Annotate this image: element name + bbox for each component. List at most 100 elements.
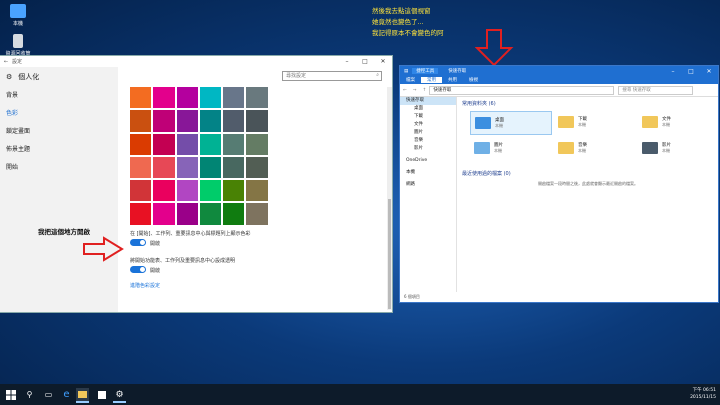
color-swatch[interactable] — [246, 203, 268, 225]
nav-network[interactable]: 網路 — [400, 181, 456, 189]
folder-tile[interactable]: 桌面 本機 — [470, 111, 552, 135]
forward-arrow-icon[interactable]: → — [410, 88, 420, 93]
folder-tile[interactable]: 圖片 本機 — [470, 137, 550, 159]
start-button[interactable] — [4, 388, 17, 401]
option1-toggle[interactable] — [130, 239, 146, 246]
nav-desktop[interactable]: 桌面 — [400, 105, 456, 113]
nav-documents[interactable]: 文件 — [400, 121, 456, 129]
color-swatch[interactable] — [199, 156, 222, 179]
color-swatch[interactable] — [176, 110, 198, 132]
desktop-icon-recycle-bin[interactable]: 資源回收筒 — [1, 34, 35, 57]
scrollbar-thumb[interactable] — [388, 199, 391, 309]
nav-item-background[interactable]: 背景 — [0, 87, 118, 105]
advanced-color-link[interactable]: 進階色彩設定 — [130, 282, 160, 289]
ribbon-tab-home[interactable]: 常用 — [421, 77, 442, 83]
nav-item-lock-screen[interactable]: 鎖定畫面 — [0, 123, 118, 141]
desktop-icon-pc[interactable]: 本機 — [1, 4, 35, 27]
nav-downloads[interactable]: 下載 — [400, 113, 456, 121]
close-button[interactable]: ✕ — [700, 68, 718, 75]
taskbar: ⚲ ▭ e ⚙ 下午 06:51 2015/11/15 — [0, 384, 720, 405]
color-swatch[interactable] — [223, 87, 245, 109]
store-icon[interactable] — [95, 388, 108, 401]
explorer-search-input[interactable]: 搜尋 快速存取 — [618, 85, 694, 95]
color-swatch[interactable] — [223, 156, 245, 179]
color-swatch[interactable] — [153, 156, 175, 179]
color-swatch[interactable] — [199, 203, 222, 225]
folder-tile[interactable]: 文件 本機 — [638, 111, 718, 133]
color-swatch[interactable] — [223, 133, 245, 155]
color-swatch[interactable] — [246, 180, 268, 202]
ribbon-tab-view[interactable]: 檢視 — [463, 77, 484, 83]
ribbon-tab-share[interactable]: 共用 — [442, 77, 463, 83]
color-swatch[interactable] — [130, 180, 152, 202]
color-swatch[interactable] — [199, 180, 222, 202]
ribbon-tab-file[interactable]: 檔案 — [400, 77, 421, 83]
color-swatch[interactable] — [176, 203, 198, 225]
color-swatch[interactable] — [153, 203, 175, 225]
edge-icon[interactable]: e — [60, 388, 73, 401]
tools-tab[interactable]: 捷徑工具 — [412, 68, 439, 74]
nav-quick-access[interactable]: 快速存取 — [400, 97, 456, 105]
back-arrow-icon[interactable]: ← — [400, 88, 410, 93]
color-swatch[interactable] — [223, 203, 245, 225]
folder-location: 本機 — [495, 123, 503, 128]
color-swatch[interactable] — [153, 180, 175, 202]
task-view-icon[interactable]: ▭ — [42, 388, 55, 401]
nav-music[interactable]: 音樂 — [400, 137, 456, 145]
nav-this-pc[interactable]: 本機 — [400, 169, 456, 177]
nav-item-themes[interactable]: 佈景主題 — [0, 141, 118, 159]
minimize-button[interactable]: – — [664, 68, 682, 75]
settings-gear-icon[interactable]: ⚙ — [113, 388, 126, 403]
color-swatch[interactable] — [130, 156, 152, 179]
color-swatch[interactable] — [176, 87, 198, 109]
color-swatch[interactable] — [223, 180, 245, 202]
maximize-button[interactable]: □ — [682, 68, 700, 75]
color-swatch[interactable] — [223, 110, 245, 132]
color-swatch[interactable] — [199, 133, 222, 155]
option2-toggle[interactable] — [130, 266, 146, 273]
nav-onedrive[interactable]: OneDrive — [400, 157, 456, 165]
maximize-button[interactable]: □ — [356, 58, 374, 65]
folder-tile[interactable]: 下載 本機 — [554, 111, 634, 133]
color-swatch[interactable] — [176, 133, 198, 155]
search-icon: ⌕ — [376, 72, 379, 78]
back-arrow-icon[interactable]: ← — [0, 59, 12, 65]
explorer-search-placeholder: 搜尋 快速存取 — [622, 87, 651, 93]
color-swatch[interactable] — [130, 203, 152, 225]
color-swatch[interactable] — [246, 133, 268, 155]
recycle-bin-icon — [13, 34, 23, 48]
color-swatch[interactable] — [246, 156, 268, 179]
search-input[interactable]: 尋找設定 ⌕ — [282, 71, 382, 81]
folder-tile[interactable]: 音樂 本機 — [554, 137, 634, 159]
frequent-folders-header[interactable]: 常用資料夾 (6) — [458, 97, 718, 110]
color-swatch[interactable] — [199, 110, 222, 132]
up-arrow-icon[interactable]: ↑ — [420, 88, 430, 93]
color-swatch[interactable] — [246, 110, 268, 132]
file-explorer-icon[interactable] — [76, 388, 89, 403]
color-swatch[interactable] — [153, 87, 175, 109]
clock[interactable]: 下午 06:51 2015/11/15 — [690, 387, 716, 401]
address-bar[interactable]: 快速存取 — [429, 85, 615, 95]
nav-item-colors[interactable]: 色彩 — [0, 105, 118, 123]
color-swatch[interactable] — [153, 133, 175, 155]
color-swatch[interactable] — [130, 110, 152, 132]
color-swatch[interactable] — [130, 87, 152, 109]
close-button[interactable]: ✕ — [374, 58, 392, 65]
windows-logo-icon — [5, 389, 16, 400]
nav-item-start[interactable]: 開始 — [0, 159, 118, 177]
color-swatch[interactable] — [199, 87, 222, 109]
scrollbar[interactable] — [387, 87, 392, 310]
nav-pictures[interactable]: 圖片 — [400, 129, 456, 137]
folder-tile[interactable]: 影片 本機 — [638, 137, 718, 159]
ribbon-tabs: 檔案 常用 共用 檢視 — [400, 76, 718, 84]
color-swatch[interactable] — [176, 156, 198, 179]
color-swatch[interactable] — [153, 110, 175, 132]
recent-files-header[interactable]: 最近使用過的檔案 (0) — [458, 167, 515, 180]
color-swatch[interactable] — [130, 133, 152, 155]
nav-videos[interactable]: 影片 — [400, 145, 456, 153]
color-swatch[interactable] — [176, 180, 198, 202]
search-icon[interactable]: ⚲ — [23, 388, 36, 401]
minimize-button[interactable]: – — [338, 58, 356, 65]
color-swatch[interactable] — [246, 87, 268, 109]
address-text: 快速存取 — [433, 87, 452, 93]
